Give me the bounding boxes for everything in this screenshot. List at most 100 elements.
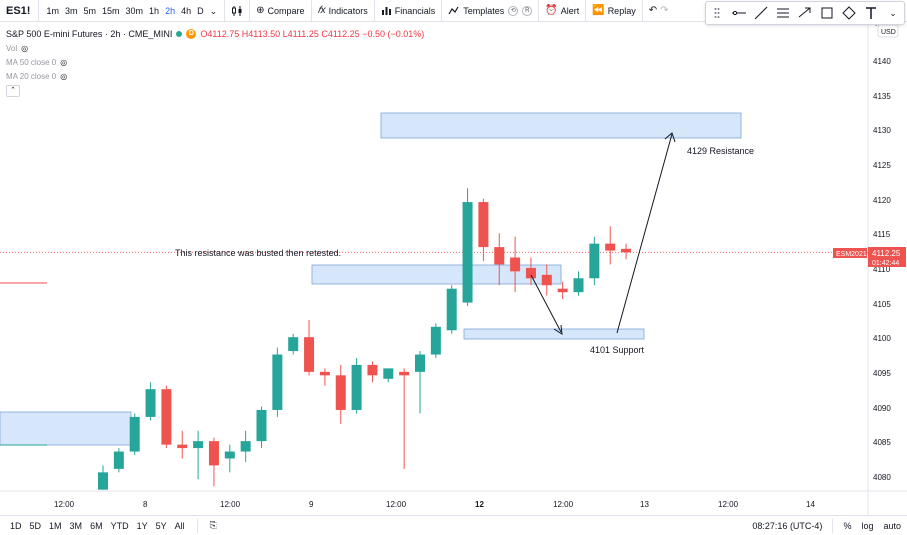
candle-body[interactable]: [145, 389, 156, 417]
more-tools-icon[interactable]: ⌄: [885, 5, 901, 21]
candle-body[interactable]: [177, 444, 188, 449]
candle-body[interactable]: [224, 451, 235, 459]
eye-hidden-icon[interactable]: ◎: [60, 58, 67, 67]
candle-body[interactable]: [304, 337, 315, 372]
interval-3m[interactable]: 3m: [62, 0, 81, 22]
candle-body[interactable]: [256, 409, 267, 442]
candle-body[interactable]: [351, 364, 362, 410]
interval-2h[interactable]: 2h: [162, 0, 178, 22]
candle-body[interactable]: [335, 375, 346, 410]
time-tick: 12:00: [54, 500, 75, 509]
log-scale-toggle[interactable]: log: [861, 521, 873, 531]
trend-line-icon[interactable]: [753, 5, 769, 21]
time-scale[interactable]: 12:00 8 12:00 9 12:00 12 12:00 13 12:00 …: [54, 500, 815, 509]
demand-zone[interactable]: [0, 411, 132, 446]
interval-30m[interactable]: 30m: [123, 0, 147, 22]
candle-body[interactable]: [415, 354, 425, 372]
auto-scale-toggle[interactable]: auto: [883, 521, 901, 531]
candle-body[interactable]: [621, 248, 632, 253]
resistance-label[interactable]: 4129 Resistance: [687, 146, 754, 156]
interval-dropdown-icon[interactable]: ⌄: [207, 0, 221, 22]
candle-body[interactable]: [208, 441, 219, 466]
range-3m[interactable]: 3M: [66, 521, 87, 531]
go-to-date-icon[interactable]: ⎘: [206, 520, 221, 531]
range-1y[interactable]: 1Y: [133, 521, 152, 531]
interval-5m[interactable]: 5m: [81, 0, 100, 22]
chart-type-button[interactable]: [225, 0, 251, 22]
candle-body[interactable]: [319, 371, 330, 376]
candle-body[interactable]: [288, 337, 299, 352]
drag-handle-icon[interactable]: [709, 5, 725, 21]
candle-body[interactable]: [510, 257, 521, 272]
interval-1h[interactable]: 1h: [146, 0, 162, 22]
candle-body[interactable]: [193, 441, 204, 449]
templates-label: Templates: [463, 5, 505, 16]
undo-icon: ↶: [648, 5, 658, 16]
candle-body[interactable]: [430, 326, 441, 355]
candle-body[interactable]: [462, 202, 473, 303]
indicators-button[interactable]: 𝑓x Indicators: [312, 0, 375, 22]
candle-body[interactable]: [525, 267, 536, 279]
ellipse-tool-icon[interactable]: [841, 5, 857, 21]
candle-body[interactable]: [98, 472, 108, 490]
alert-button[interactable]: ⏰ Alert: [539, 0, 587, 22]
arrow-tool-icon[interactable]: [797, 5, 813, 21]
candle-body[interactable]: [383, 368, 394, 379]
candle-body[interactable]: [399, 371, 410, 376]
range-all[interactable]: All: [171, 521, 189, 531]
candle-body[interactable]: [367, 364, 378, 376]
support-label[interactable]: 4101 Support: [590, 345, 645, 355]
range-6m[interactable]: 6M: [86, 521, 107, 531]
interval-d[interactable]: D: [194, 0, 207, 22]
retest-zone[interactable]: [311, 264, 562, 285]
financials-button[interactable]: Financials: [375, 0, 443, 22]
candle-body[interactable]: [573, 278, 584, 293]
ma20-indicator-label[interactable]: MA 20 close 0: [6, 72, 56, 81]
candle-body[interactable]: [161, 389, 172, 445]
interval-4h[interactable]: 4h: [178, 0, 194, 22]
series-title[interactable]: S&P 500 E-mini Futures · 2h · CME_MINI: [6, 29, 172, 39]
time-tick: 8: [143, 500, 148, 509]
range-1d[interactable]: 1D: [0, 521, 26, 531]
candle-body[interactable]: [272, 354, 283, 410]
compare-button[interactable]: ⊕ Compare: [250, 0, 312, 22]
collapse-legend-button[interactable]: ⌃: [6, 85, 20, 97]
candle-body[interactable]: [446, 288, 457, 331]
undo-button[interactable]: ↶ ↷: [643, 0, 675, 22]
range-ytd[interactable]: YTD: [107, 521, 133, 531]
eye-hidden-icon[interactable]: ◎: [21, 44, 28, 53]
text-tool-icon[interactable]: [863, 5, 879, 21]
support-zone-4101[interactable]: [463, 328, 645, 340]
candle-body[interactable]: [478, 202, 489, 248]
interval-15m[interactable]: 15m: [99, 0, 123, 22]
candle-body[interactable]: [557, 288, 568, 293]
up-arrow-line[interactable]: [616, 133, 673, 334]
undo-badge-icon[interactable]: ⟲: [508, 5, 519, 16]
range-5d[interactable]: 5D: [26, 521, 46, 531]
interval-1m[interactable]: 1m: [43, 0, 62, 22]
resistance-zone-4129[interactable]: [380, 112, 742, 139]
price-tick: 4115: [873, 230, 891, 239]
horizontal-ray-icon[interactable]: [731, 5, 747, 21]
rectangle-tool-icon[interactable]: [819, 5, 835, 21]
retest-note[interactable]: This resistance was busted then retested…: [175, 248, 341, 258]
vol-indicator-label[interactable]: Vol: [6, 44, 17, 53]
range-1m[interactable]: 1M: [45, 521, 66, 531]
range-5y[interactable]: 5Y: [152, 521, 171, 531]
candle-body[interactable]: [494, 247, 505, 265]
candle-body[interactable]: [113, 451, 124, 469]
candle-body[interactable]: [589, 243, 600, 279]
eye-hidden-icon[interactable]: ◎: [60, 72, 67, 81]
redo-badge-icon[interactable]: R: [522, 5, 533, 16]
parallel-channel-icon[interactable]: [775, 5, 791, 21]
candle-body[interactable]: [605, 243, 616, 251]
ma50-indicator-label[interactable]: MA 50 close 0: [6, 58, 56, 67]
candle-body[interactable]: [240, 441, 251, 452]
templates-button[interactable]: Templates ⟲ R: [442, 0, 540, 22]
clock-timezone[interactable]: 08:27:16 (UTC-4): [752, 521, 822, 531]
symbol-search-button[interactable]: ES1!: [0, 0, 40, 22]
candle-body[interactable]: [129, 416, 140, 452]
percent-scale-toggle[interactable]: %: [843, 521, 851, 531]
candle-body[interactable]: [541, 274, 552, 286]
replay-button[interactable]: ⏪ Replay: [586, 0, 643, 22]
